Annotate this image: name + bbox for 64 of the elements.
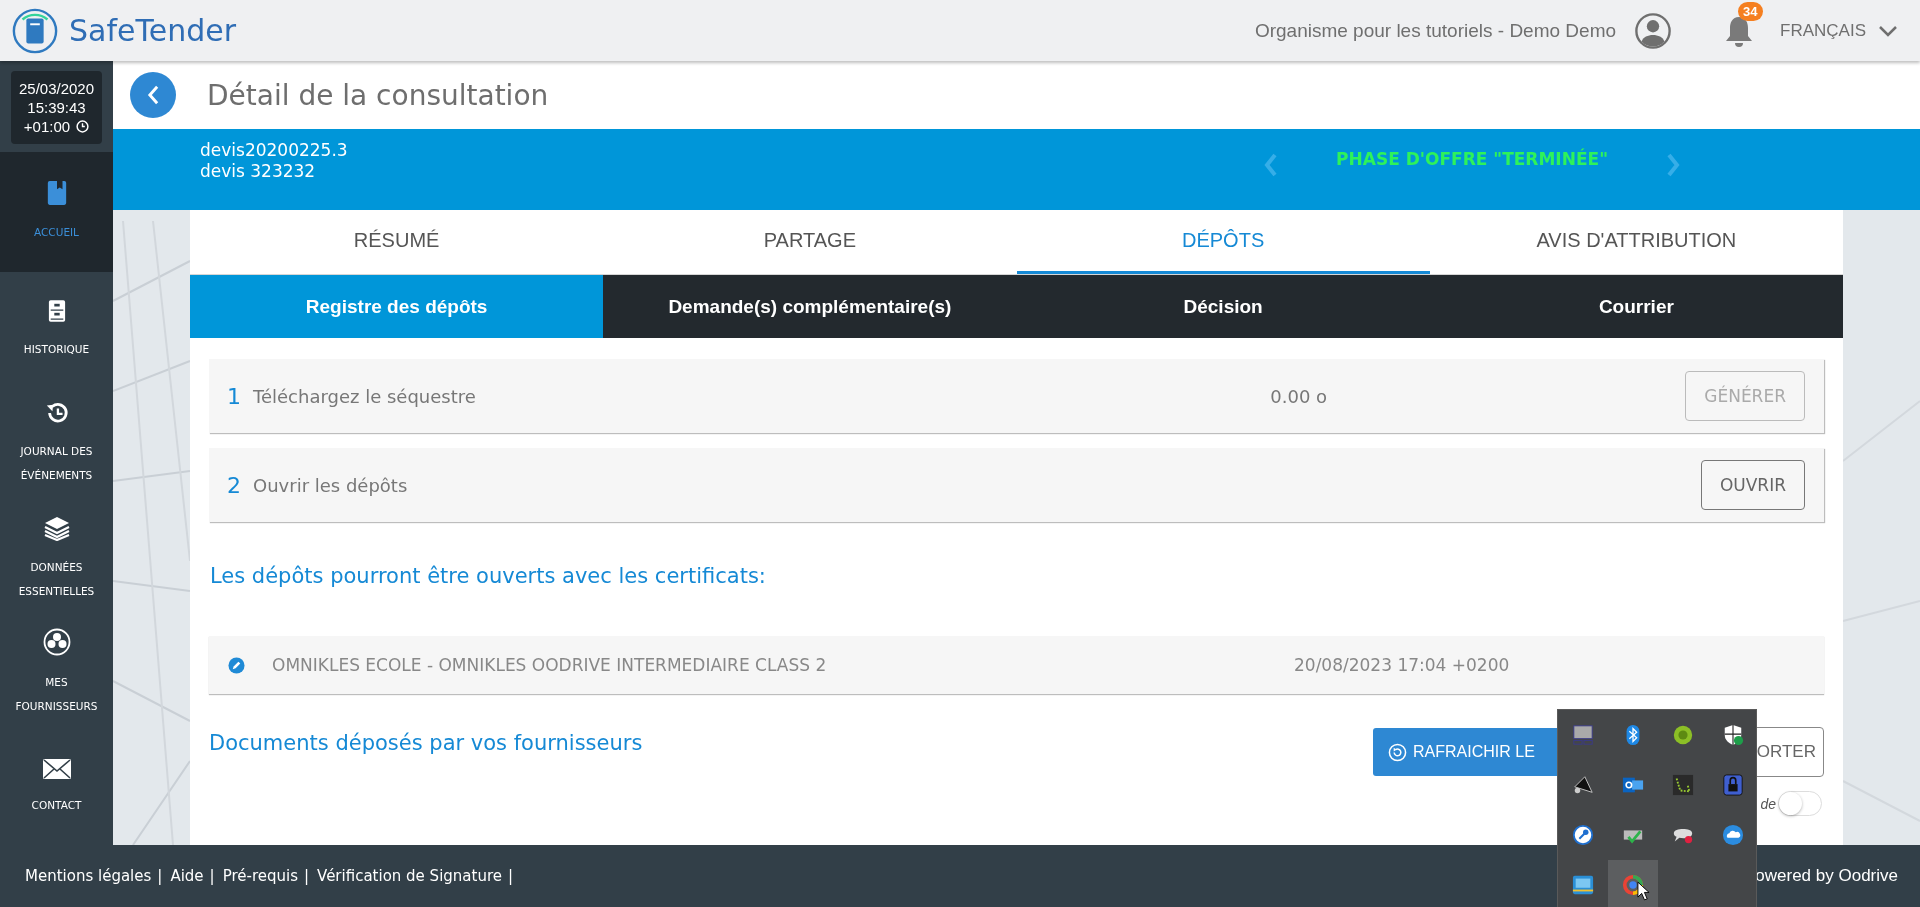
- file-size: 0.00 o: [1270, 385, 1328, 407]
- sidebar-item[interactable]: DONNÉES ESSENTIELLES: [0, 501, 113, 616]
- certificates-heading: Les dépôts pourront être ouverts avec les certificats:: [210, 564, 767, 588]
- subtab[interactable]: Décision: [1016, 275, 1430, 338]
- sidebar-item[interactable]: ACCUEIL: [0, 152, 113, 273]
- sidebar-item[interactable]: HISTORIQUE: [0, 272, 113, 387]
- clock-date: 25/03/2020: [18, 79, 95, 98]
- round-app-icon: [1672, 724, 1694, 746]
- back-button[interactable]: [130, 72, 176, 118]
- step-label: Téléchargez le séquestre: [253, 385, 477, 407]
- footer-link[interactable]: Pré-requis: [222, 867, 298, 885]
- mouse-cursor-icon: [1637, 881, 1650, 902]
- dotted-app-icon: [1672, 774, 1694, 796]
- stack-icon: [43, 514, 70, 541]
- separator: |: [304, 867, 310, 885]
- certificate-name: OMNIKLES ECOLE - OMNIKLES OODRIVE INTERMEDIAIRE CLASS 2: [272, 655, 828, 675]
- cloud-icon: [1722, 824, 1744, 846]
- tray-item[interactable]: [1608, 860, 1658, 907]
- toggle-switch[interactable]: [1778, 791, 1822, 816]
- step-number: 1: [227, 383, 241, 409]
- clock-offset: +01:00: [23, 117, 71, 136]
- user-avatar-icon[interactable]: [1634, 11, 1673, 50]
- subtab[interactable]: Courrier: [1429, 275, 1843, 338]
- monitor-icon: [1572, 724, 1594, 746]
- language-dropdown[interactable]: FRANÇAIS: [1780, 20, 1898, 41]
- phase-status: PHASE D'OFFRE "TERMINÉE": [1336, 149, 1608, 169]
- chevron-left-icon: [146, 85, 160, 105]
- people-icon: [42, 628, 71, 657]
- lock-icon: [1722, 774, 1744, 796]
- consultation-reference: devis20200225.3: [200, 140, 348, 160]
- clock-icon: [76, 120, 90, 133]
- separator: |: [508, 867, 514, 885]
- chevron-down-icon: [1878, 24, 1898, 37]
- brand-name[interactable]: SafeTender: [69, 13, 236, 48]
- footer-link[interactable]: Vérification de Signature: [317, 867, 502, 885]
- consultation-name: devis 323232: [200, 161, 317, 181]
- footer-link[interactable]: Aide: [170, 867, 204, 885]
- sidebar-item[interactable]: CONTACT: [0, 730, 113, 845]
- pen-icon: [228, 656, 245, 674]
- page-title: Détail de la consultation: [207, 78, 549, 112]
- certificate-date: 20/08/2023 17:04 +0200: [1294, 655, 1511, 675]
- screen-app-icon: [1572, 874, 1594, 896]
- sidebar-item[interactable]: MES FOURNISSEURS: [0, 615, 113, 731]
- envelope-icon: [42, 758, 71, 779]
- separator: |: [209, 867, 215, 885]
- separator: |: [157, 867, 163, 885]
- key-icon: [1572, 824, 1594, 846]
- organisation-name: Organisme pour les tutoriels - Demo Demo: [1254, 19, 1617, 42]
- book-icon: [45, 180, 68, 207]
- logo-icon: [11, 6, 59, 55]
- clock-time: 15:39:43: [27, 98, 86, 117]
- notification-badge: 34: [1738, 1, 1763, 21]
- open-button[interactable]: OUVRIR: [1700, 460, 1805, 510]
- toggle-label: de: [1760, 795, 1776, 812]
- refresh-icon: [1388, 742, 1407, 762]
- shield-icon: [1722, 724, 1744, 746]
- step-number: 2: [227, 472, 241, 498]
- documents-heading: Documents déposés par vos fournisseurs: [209, 731, 644, 755]
- sidebar-item[interactable]: JOURNAL DES ÉVÉNEMENTS: [0, 386, 113, 502]
- step-label: Ouvrir les dépôts: [253, 474, 409, 496]
- footer-link[interactable]: Mentions légales: [25, 867, 152, 885]
- cabinet-icon: [47, 298, 66, 323]
- powered-by-text: owered by Oodrive: [1755, 866, 1898, 886]
- subtab[interactable]: Demande(s) complémentaire(s): [603, 275, 1017, 338]
